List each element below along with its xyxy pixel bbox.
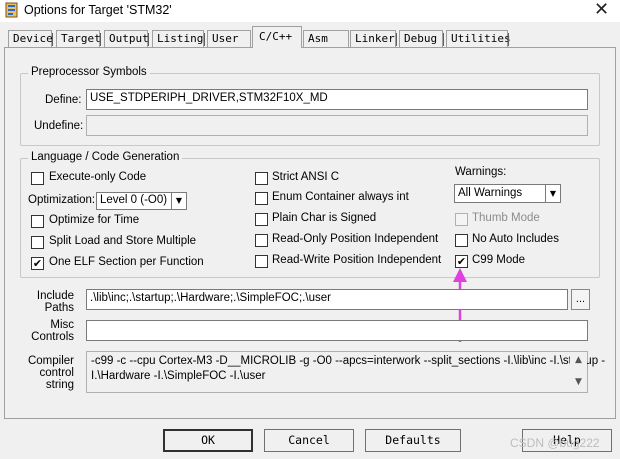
keil-app-icon (5, 2, 18, 18)
thumb-mode-checkbox (455, 213, 468, 226)
undefine-input[interactable] (86, 115, 588, 136)
defaults-button[interactable]: Defaults (365, 429, 461, 452)
no-auto-includes-label: No Auto Includes (472, 233, 559, 245)
compiler-control-box: -c99 -c --cpu Cortex-M3 -D__MICROLIB -g … (86, 351, 605, 393)
execute-only-label: Execute-only Code (49, 171, 147, 183)
strict-ansi-checkbox[interactable] (255, 172, 268, 185)
enum-container-checkbox[interactable] (255, 192, 268, 205)
define-input[interactable]: USE_STDPERIPH_DRIVER,STM32F10X_MD (86, 89, 588, 110)
preprocessor-group-title: Preprocessor Symbols (28, 66, 150, 78)
misc-controls-label: Misc Controls (31, 319, 74, 343)
compiler-control-line-1: -c99 -c --cpu Cortex-M3 -D__MICROLIB -g … (91, 355, 606, 367)
split-load-label: Split Load and Store Multiple (49, 235, 197, 247)
tab-listing[interactable]: Listing (152, 30, 205, 47)
define-label: Define: (45, 94, 82, 106)
thumb-mode-label: Thumb Mode (472, 212, 540, 224)
watermark: CSDN @bug222 (510, 436, 600, 450)
compiler-control-line-2: I.\Hardware -I.\SimpleFOC -I.\user (91, 370, 266, 382)
tab-asm[interactable]: Asm (303, 30, 349, 47)
warnings-dropdown-icon[interactable]: ▼ (545, 184, 561, 203)
c99-mode-label: C99 Mode (472, 254, 526, 266)
tab-device[interactable]: Device (8, 30, 53, 47)
include-paths-label: Include Paths (36, 290, 74, 314)
read-only-pos-checkbox[interactable] (255, 234, 268, 247)
read-write-pos-checkbox[interactable] (255, 255, 268, 268)
read-write-pos-label: Read-Write Position Independent (272, 254, 442, 266)
compiler-control-label: Compiler control string (27, 355, 74, 391)
warnings-select[interactable]: All Warnings (454, 184, 546, 203)
strict-ansi-label: Strict ANSI C (272, 171, 340, 183)
one-elf-checkbox[interactable]: ✔ (31, 257, 44, 270)
warnings-label: Warnings: (455, 166, 507, 178)
include-paths-input[interactable]: .\lib\inc;.\startup;.\Hardware;.\SimpleF… (86, 289, 568, 310)
include-paths-browse-button[interactable]: ... (571, 289, 590, 310)
split-load-checkbox[interactable] (31, 236, 44, 249)
scroll-down-icon[interactable]: ▼ (570, 377, 587, 387)
cancel-button[interactable]: Cancel (264, 429, 354, 452)
optimization-dropdown-icon[interactable]: ▼ (171, 192, 187, 210)
ok-button[interactable]: OK (163, 429, 253, 452)
tab-output[interactable]: Output (104, 30, 149, 47)
close-icon[interactable]: ✕ (594, 0, 609, 20)
enum-container-label: Enum Container always int (272, 191, 409, 203)
tab-debug[interactable]: Debug (399, 30, 444, 47)
misc-controls-input[interactable] (86, 320, 588, 341)
one-elf-label: One ELF Section per Function (49, 256, 204, 268)
optimization-select[interactable]: Level 0 (-O0) (96, 192, 172, 210)
compiler-control-scrollbar[interactable]: ▲ ▼ (570, 352, 587, 392)
optimize-time-label: Optimize for Time (49, 214, 140, 226)
tab-c-cpp[interactable]: C/C++ (252, 26, 302, 48)
execute-only-checkbox[interactable] (31, 172, 44, 185)
tab-utilities[interactable]: Utilities (446, 30, 511, 47)
window-title: Options for Target 'STM32' (24, 3, 172, 17)
tab-linker[interactable]: Linker (350, 30, 397, 47)
optimization-label: Optimization: (28, 194, 96, 206)
c99-mode-checkbox[interactable]: ✔ (455, 255, 468, 268)
tab-target[interactable]: Target (56, 30, 101, 47)
undefine-label: Undefine: (34, 120, 84, 132)
no-auto-includes-checkbox[interactable] (455, 234, 468, 247)
scroll-up-icon[interactable]: ▲ (570, 355, 587, 365)
tab-user[interactable]: User (207, 30, 251, 47)
read-only-pos-label: Read-Only Position Independent (272, 233, 439, 245)
optimize-time-checkbox[interactable] (31, 215, 44, 228)
plain-char-checkbox[interactable] (255, 213, 268, 226)
plain-char-label: Plain Char is Signed (272, 212, 377, 224)
language-group-title: Language / Code Generation (28, 151, 183, 163)
